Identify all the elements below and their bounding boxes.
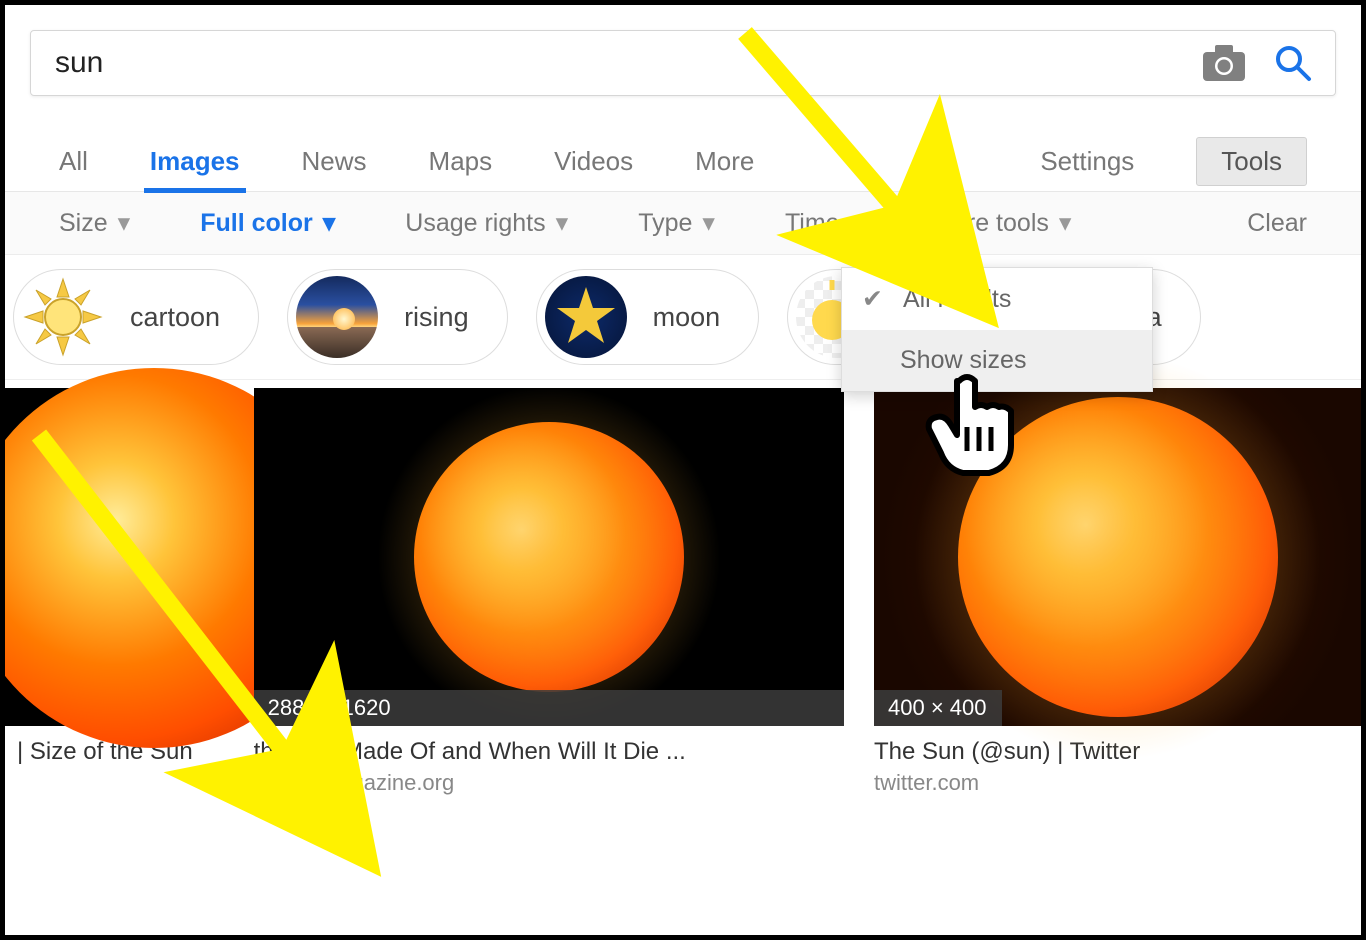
tab-news[interactable]: News — [302, 146, 367, 177]
settings-link[interactable]: Settings — [1040, 146, 1134, 177]
tab-maps[interactable]: Maps — [429, 146, 493, 177]
chevron-down-icon: ▾ — [118, 208, 131, 238]
search-input[interactable] — [53, 45, 1203, 81]
image-results: | Size of the Sun 2880 × 1620 the Sun Ma… — [5, 380, 1361, 796]
chip-thumb — [22, 276, 104, 358]
result-card[interactable]: | Size of the Sun — [3, 388, 224, 796]
chip-label: moon — [653, 302, 721, 333]
tools-button[interactable]: Tools — [1196, 137, 1307, 186]
result-thumbnail[interactable]: 2880 × 1620 — [254, 388, 844, 726]
result-domain: quantamagazine.org — [254, 770, 844, 796]
tab-more[interactable]: More — [695, 146, 754, 177]
check-icon: ✔ — [862, 284, 883, 314]
chevron-down-icon: ▾ — [1059, 208, 1072, 238]
filter-size[interactable]: Size▾ — [59, 208, 130, 238]
chip-rising[interactable]: rising — [287, 269, 508, 365]
filter-color[interactable]: Full color▾ — [200, 208, 335, 238]
search-icon[interactable] — [1273, 43, 1313, 83]
result-size-label: 400 × 400 — [874, 690, 1002, 726]
result-thumbnail[interactable] — [3, 388, 224, 726]
tab-all[interactable]: All — [59, 146, 88, 177]
dropdown-item-label: All results — [903, 285, 1011, 314]
chevron-down-icon: ▾ — [556, 208, 569, 238]
filter-time[interactable]: Time▾ — [785, 208, 862, 238]
chip-thumb — [545, 276, 627, 358]
more-tools-dropdown: ✔ All results Show sizes — [841, 267, 1153, 392]
chip-label: rising — [404, 302, 469, 333]
search-bar — [30, 30, 1336, 96]
filter-usage-rights[interactable]: Usage rights▾ — [405, 208, 568, 238]
result-card[interactable]: 400 × 400 The Sun (@sun) | Twitter twitt… — [874, 388, 1361, 796]
chip-label: cartoon — [130, 302, 220, 333]
chevron-down-icon: ▾ — [850, 208, 863, 238]
chip-moon[interactable]: moon — [536, 269, 760, 365]
result-domain: twitter.com — [874, 770, 1361, 796]
tab-images[interactable]: Images — [150, 146, 240, 177]
camera-icon[interactable] — [1203, 45, 1245, 81]
filter-clear[interactable]: Clear — [1247, 209, 1307, 238]
result-size-label: 2880 × 1620 — [254, 690, 844, 726]
dropdown-item-label: Show sizes — [900, 346, 1026, 375]
search-tabs: All Images News Maps Videos More Setting… — [5, 132, 1361, 192]
chip-cartoon[interactable]: cartoon — [13, 269, 259, 365]
chevron-down-icon: ▾ — [702, 208, 715, 238]
filter-more-tools[interactable]: More tools▾ — [932, 208, 1071, 238]
chevron-down-icon: ▾ — [323, 208, 336, 238]
result-thumbnail[interactable]: 400 × 400 — [874, 388, 1361, 726]
more-tools-show-sizes[interactable]: Show sizes — [842, 330, 1152, 391]
tools-filter-bar: Size▾ Full color▾ Usage rights▾ Type▾ Ti… — [5, 192, 1361, 255]
filter-type[interactable]: Type▾ — [638, 208, 715, 238]
more-tools-all-results[interactable]: ✔ All results — [842, 268, 1152, 330]
tab-videos[interactable]: Videos — [554, 146, 633, 177]
result-card[interactable]: 2880 × 1620 the Sun Made Of and When Wil… — [254, 388, 844, 796]
chip-thumb — [296, 276, 378, 358]
result-title: the Sun Made Of and When Will It Die ... — [254, 738, 844, 766]
